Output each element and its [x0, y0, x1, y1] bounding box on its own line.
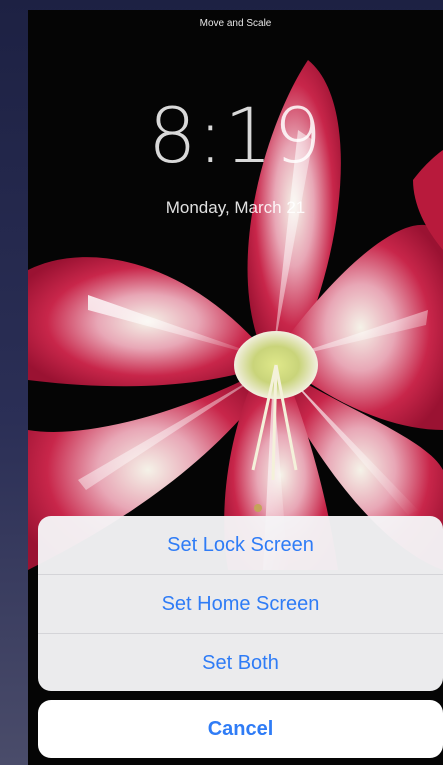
lock-screen-clock: 8:19 [148, 91, 323, 180]
set-both-button[interactable]: Set Both [38, 633, 443, 691]
lock-screen-date: Monday, March 21 [165, 198, 306, 217]
wallpaper-action-sheet: Set Lock Screen Set Home Screen Set Both [38, 516, 443, 691]
move-and-scale-title: Move and Scale [199, 18, 272, 29]
set-lock-screen-button[interactable]: Set Lock Screen [38, 516, 443, 574]
set-home-screen-button[interactable]: Set Home Screen [38, 574, 443, 633]
cancel-button[interactable]: Cancel [38, 700, 443, 758]
device-backdrop: Move and Scale 8:19 Monday, March 21 Set… [0, 0, 443, 765]
